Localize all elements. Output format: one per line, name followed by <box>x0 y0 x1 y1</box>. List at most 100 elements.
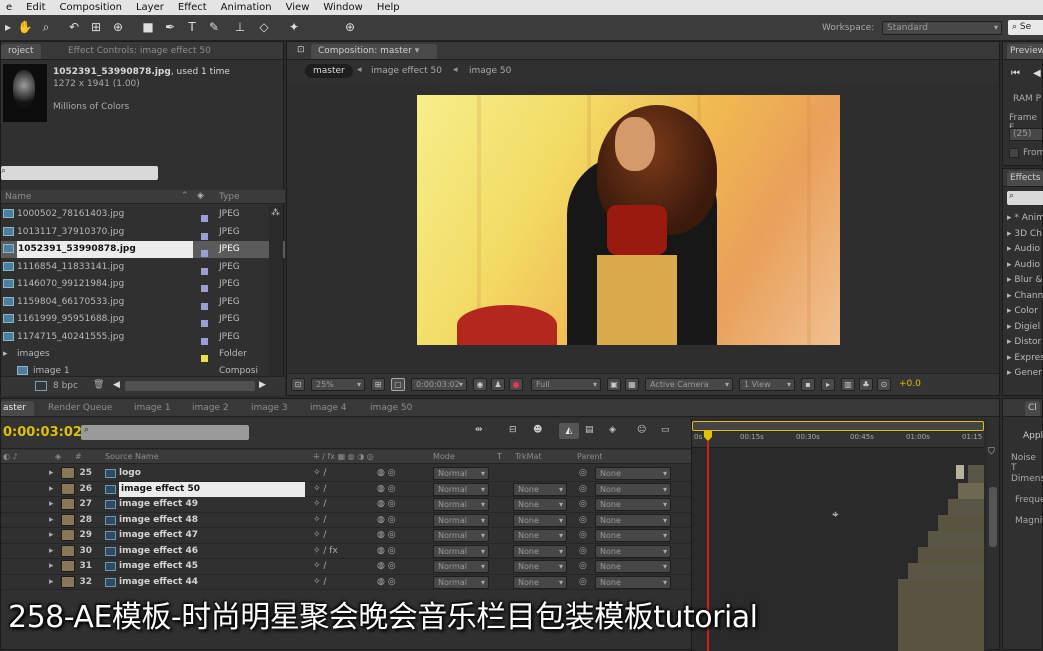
tab-image-50[interactable]: image 50 <box>363 401 419 416</box>
safe-margins-icon[interactable]: ⊞ <box>371 378 385 391</box>
mask-tool-icon[interactable]: ■ <box>140 19 156 35</box>
menu-edit[interactable]: Edit <box>20 2 53 13</box>
resolution-select[interactable]: Full <box>531 378 601 391</box>
layer-switches-icons[interactable]: ✧ ∕ <box>313 575 326 590</box>
effect-category[interactable]: ▸ 3D Ch <box>1007 227 1042 243</box>
track-matte-select[interactable]: None <box>513 498 567 511</box>
list-item[interactable]: 1174715_40241555.jpg JPEG <box>1 329 285 346</box>
toggle-pixel-aspect-icon[interactable]: ▪ <box>801 378 815 391</box>
layer-switches-icons[interactable]: ✧ ∕ <box>313 513 326 528</box>
table-row[interactable]: ▸ 27 image effect 49 ✧ ∕◍ ◎ Normal None … <box>1 497 691 513</box>
table-row[interactable]: ▸ 31 image effect 45 ✧ ∕◍ ◎ Normal None … <box>1 559 691 575</box>
parent-select[interactable]: None <box>595 482 671 496</box>
eraser-tool-icon[interactable]: ◇ <box>256 19 272 35</box>
parent-select[interactable]: None <box>595 575 671 589</box>
tab-project[interactable]: roject <box>1 44 41 59</box>
work-area-bar[interactable] <box>692 421 984 431</box>
new-comp-icon[interactable] <box>35 381 47 391</box>
expand-arrow-icon[interactable]: ▸ <box>49 544 54 559</box>
layer-switches-icons[interactable]: ✧ ∕ <box>313 466 326 481</box>
pen-tool-icon[interactable]: ✒ <box>162 19 178 35</box>
pickwhip-icon[interactable]: ◎ <box>579 482 587 497</box>
blend-mode-select[interactable]: Normal <box>433 575 489 589</box>
menu-effect[interactable]: Effect <box>172 2 215 13</box>
expand-arrow-icon[interactable]: ▸ <box>49 575 54 590</box>
current-time-display[interactable]: 0:00:03:02 <box>411 378 467 391</box>
pickwhip-icon[interactable]: ◎ <box>579 575 587 590</box>
layer-switches-icons[interactable]: ✧ ∕ <box>313 497 326 512</box>
blend-mode-select[interactable]: Normal <box>433 529 489 542</box>
table-row[interactable]: ▸ 25 logo ✧ ∕◍ ◎ Normal ◎None <box>1 466 691 482</box>
mask-visibility-icon[interactable]: ▢ <box>391 378 405 391</box>
brush-tool-icon[interactable]: ✎ <box>206 19 222 35</box>
blend-mode-select[interactable]: Normal <box>433 498 489 511</box>
menu-animation[interactable]: Animation <box>215 2 280 13</box>
flowchart-icon[interactable]: ♣ <box>859 378 873 391</box>
motion-blur-switch-icon[interactable]: ◍ ◎ <box>377 466 396 481</box>
pickwhip-icon[interactable]: ◎ <box>579 559 587 574</box>
camera-select[interactable]: Active Camera <box>645 378 733 391</box>
pan-behind-tool-icon[interactable]: ⊕ <box>110 19 126 35</box>
menu-composition[interactable]: Composition <box>54 2 130 13</box>
blend-mode-select[interactable]: Normal <box>433 467 489 480</box>
col-source-name[interactable]: Source Name <box>105 452 159 461</box>
always-preview-icon[interactable]: ⊡ <box>291 378 305 391</box>
ram-preview-label[interactable]: RAM P <box>1013 94 1041 104</box>
effect-category[interactable]: ▸ * Anim <box>1007 211 1043 227</box>
list-item-selected[interactable]: 1052391_53990878.jpg JPEG <box>1 241 285 258</box>
blend-mode-select[interactable]: Normal <box>433 560 489 573</box>
rotate-tool-icon[interactable]: ↶ <box>66 19 82 35</box>
selection-tool-icon[interactable]: ▸ <box>0 19 16 35</box>
col-parent[interactable]: Parent <box>577 452 603 461</box>
parent-select[interactable]: None <box>595 467 671 480</box>
effect-category[interactable]: ▸ Digiel <box>1007 320 1040 336</box>
track-matte-select[interactable]: None <box>513 482 567 496</box>
tab-render-queue[interactable]: Render Queue <box>41 401 119 416</box>
table-row[interactable]: ▸ 29 image effect 47 ✧ ∕◍ ◎ Normal None … <box>1 528 691 544</box>
col-t[interactable]: T <box>497 452 502 461</box>
list-item[interactable]: 1161999_95951688.jpg JPEG <box>1 311 285 328</box>
pickwhip-icon[interactable]: ◎ <box>579 497 587 512</box>
views-select[interactable]: 1 View <box>739 378 795 391</box>
tab-image-4[interactable]: image 4 <box>303 401 354 416</box>
motion-blur-switch-icon[interactable]: ◍ ◎ <box>377 497 396 512</box>
effect-category[interactable]: ▸ Distor <box>1007 335 1041 351</box>
parent-select[interactable]: None <box>595 560 671 573</box>
menu-window[interactable]: Window <box>317 2 370 13</box>
effects-search-input[interactable]: ⌕ <box>1007 191 1043 205</box>
breadcrumb-master[interactable]: master <box>305 64 353 78</box>
from-checkbox[interactable] <box>1009 148 1019 158</box>
clone-tool-icon[interactable]: ⊥ <box>232 19 248 35</box>
help-search-input[interactable]: ⌕ Se <box>1008 20 1043 35</box>
comp-mini-flowchart-icon[interactable]: ⇹ <box>475 425 483 435</box>
tab-image-1[interactable]: image 1 <box>127 401 178 416</box>
layer-search-input[interactable]: ⌕ <box>81 425 249 440</box>
parent-select[interactable]: None <box>595 529 671 542</box>
scroll-left-icon[interactable]: ◀ <box>113 380 120 390</box>
sort-arrow-icon[interactable]: ⌃ <box>181 191 189 201</box>
trash-icon[interactable]: 🗑 <box>93 380 104 390</box>
expand-arrow-icon[interactable]: ▸ <box>49 466 54 481</box>
time-ruler[interactable]: 0s 00:15s 00:30s 00:45s 01:00s 01:15 <box>692 432 984 448</box>
effect-category[interactable]: ▸ Blur & <box>1007 273 1042 289</box>
timeline-icon[interactable]: ▥ <box>841 378 855 391</box>
scroll-up-icon[interactable]: ⁂ <box>271 208 280 218</box>
parent-select[interactable]: None <box>595 498 671 511</box>
layer-switches-icons[interactable]: ✧ ∕ fx <box>313 544 338 559</box>
anchor-icon[interactable]: ⊕ <box>342 19 358 35</box>
motion-blur-switch-icon[interactable]: ◍ ◎ <box>377 575 396 590</box>
project-hscrollbar[interactable] <box>125 381 255 391</box>
menu-view[interactable]: View <box>280 2 318 13</box>
effect-category[interactable]: ▸ Audio <box>1007 242 1040 258</box>
pickwhip-icon[interactable]: ◎ <box>579 544 587 559</box>
breadcrumb-image-50[interactable]: image 50 <box>469 66 511 76</box>
workspace-select[interactable]: Standard <box>882 21 1002 35</box>
blend-mode-select[interactable]: Normal <box>433 482 489 496</box>
list-item[interactable]: 1000502_78161403.jpg JPEG <box>1 206 285 223</box>
list-item[interactable]: 1116854_11833141.jpg JPEG <box>1 259 285 276</box>
table-row[interactable]: ▸ 32 image effect 44 ✧ ∕◍ ◎ Normal None … <box>1 575 691 590</box>
menu-help[interactable]: Help <box>371 2 408 13</box>
col-mode[interactable]: Mode <box>433 452 455 461</box>
blend-mode-select[interactable]: Normal <box>433 513 489 527</box>
list-item[interactable]: 1159804_66170533.jpg JPEG <box>1 294 285 311</box>
